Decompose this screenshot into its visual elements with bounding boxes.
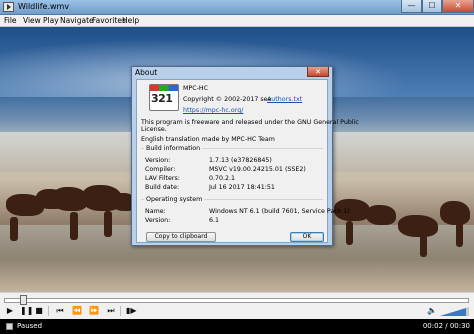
skip-forward-icon[interactable]: ⏭ bbox=[106, 306, 116, 316]
about-close-button[interactable]: ✕ bbox=[307, 67, 329, 77]
divider bbox=[48, 306, 49, 316]
build-row-value: 1.7.13 (e37826845) bbox=[209, 157, 272, 164]
player-controls: ▶ ❚❚ ■ ⏮ ⏪ ⏩ ⏭ ▮▶ 🔈 Paused 00:02 / 00:30 bbox=[0, 292, 474, 334]
about-dialog-title: About bbox=[135, 68, 158, 77]
horse-leg bbox=[104, 211, 112, 237]
volume-slider[interactable] bbox=[440, 307, 469, 316]
divider bbox=[120, 306, 121, 316]
build-row-value: MSVC v19.00.24215.01 (SSE2) bbox=[209, 166, 306, 173]
os-row-label: Name: bbox=[145, 208, 166, 215]
maximize-button[interactable]: ☐ bbox=[422, 0, 442, 13]
build-row-label: Compiler: bbox=[145, 166, 176, 173]
menu-navigate[interactable]: Navigate bbox=[60, 16, 94, 25]
about-dialog: About ✕ 321 MPC-HC Copyright © 2002-2017… bbox=[131, 66, 359, 246]
menu-view[interactable]: View bbox=[23, 16, 41, 25]
title-bar: Wildlife.wmv — ☐ ✕ bbox=[0, 0, 474, 15]
fast-forward-icon[interactable]: ⏩ bbox=[89, 306, 99, 316]
translation-text: English translation made by MPC-HC Team bbox=[141, 136, 275, 143]
website-link[interactable]: https://mpc-hc.org/ bbox=[183, 107, 243, 114]
mpc-hc-window: Wildlife.wmv — ☐ ✕ File View Play Naviga… bbox=[0, 0, 474, 334]
seek-thumb[interactable] bbox=[19, 295, 27, 305]
stop-icon[interactable]: ■ bbox=[34, 306, 44, 316]
license-line-1: This program is freeware and released un… bbox=[141, 119, 359, 126]
horse-leg bbox=[70, 212, 78, 240]
copyright-text: Copyright © 2002-2017 see bbox=[183, 96, 272, 103]
speaker-icon[interactable]: 🔈 bbox=[427, 306, 437, 316]
build-row-label: LAV Filters: bbox=[145, 175, 180, 182]
os-row-label: Version: bbox=[145, 217, 171, 224]
horse-leg bbox=[10, 217, 18, 241]
menu-play[interactable]: Play bbox=[43, 16, 59, 25]
build-info-group: Build information bbox=[144, 145, 203, 152]
authors-link[interactable]: Authors.txt bbox=[267, 96, 302, 103]
app-name: MPC-HC bbox=[183, 85, 209, 92]
horse-leg bbox=[420, 235, 427, 257]
copy-to-clipboard-button[interactable]: Copy to clipboard bbox=[146, 232, 216, 242]
menu-help[interactable]: Help bbox=[122, 16, 139, 25]
build-row-label: Version: bbox=[145, 157, 171, 164]
ok-button[interactable]: OK bbox=[290, 232, 324, 242]
status-indicator bbox=[6, 323, 13, 330]
menu-bar: File View Play Navigate Favorites Help bbox=[0, 15, 474, 27]
time-display: 00:02 / 00:30 bbox=[422, 322, 470, 330]
minimize-button[interactable]: — bbox=[401, 0, 422, 13]
horse bbox=[366, 205, 396, 225]
build-row-value: Jul 16 2017 18:41:51 bbox=[209, 184, 275, 191]
logo-text: 321 bbox=[151, 92, 173, 105]
mpc-hc-logo: 321 bbox=[149, 84, 179, 111]
app-icon[interactable] bbox=[3, 2, 14, 12]
about-dialog-body: 321 MPC-HC Copyright © 2002-2017 see Aut… bbox=[136, 79, 359, 243]
menu-file[interactable]: File bbox=[4, 16, 17, 25]
os-group: Operating system bbox=[144, 196, 205, 203]
status-bar: Paused 00:02 / 00:30 bbox=[0, 319, 474, 334]
status-text: Paused bbox=[17, 322, 43, 330]
seek-bar[interactable] bbox=[4, 298, 469, 303]
window-title: Wildlife.wmv bbox=[18, 2, 70, 11]
skip-back-icon[interactable]: ⏮ bbox=[55, 306, 65, 316]
build-row-label: Build date: bbox=[145, 184, 180, 191]
horse bbox=[440, 201, 470, 225]
horse-leg bbox=[346, 221, 353, 245]
pause-icon[interactable]: ❚❚ bbox=[20, 306, 33, 316]
os-row-value: Windows NT 6.1 (build 7601, Service Pack… bbox=[209, 208, 350, 215]
play-icon[interactable]: ▶ bbox=[5, 306, 15, 316]
os-row-value: 6.1 bbox=[209, 217, 220, 224]
frame-step-icon[interactable]: ▮▶ bbox=[126, 306, 137, 316]
horse-leg bbox=[456, 223, 463, 247]
menu-favorites[interactable]: Favorites bbox=[92, 16, 126, 25]
rewind-icon[interactable]: ⏪ bbox=[72, 306, 82, 316]
horse bbox=[398, 215, 438, 237]
license-line-2: License. bbox=[141, 126, 167, 133]
build-row-value: 0.70.2.1 bbox=[209, 175, 236, 182]
close-button[interactable]: ✕ bbox=[442, 0, 474, 13]
